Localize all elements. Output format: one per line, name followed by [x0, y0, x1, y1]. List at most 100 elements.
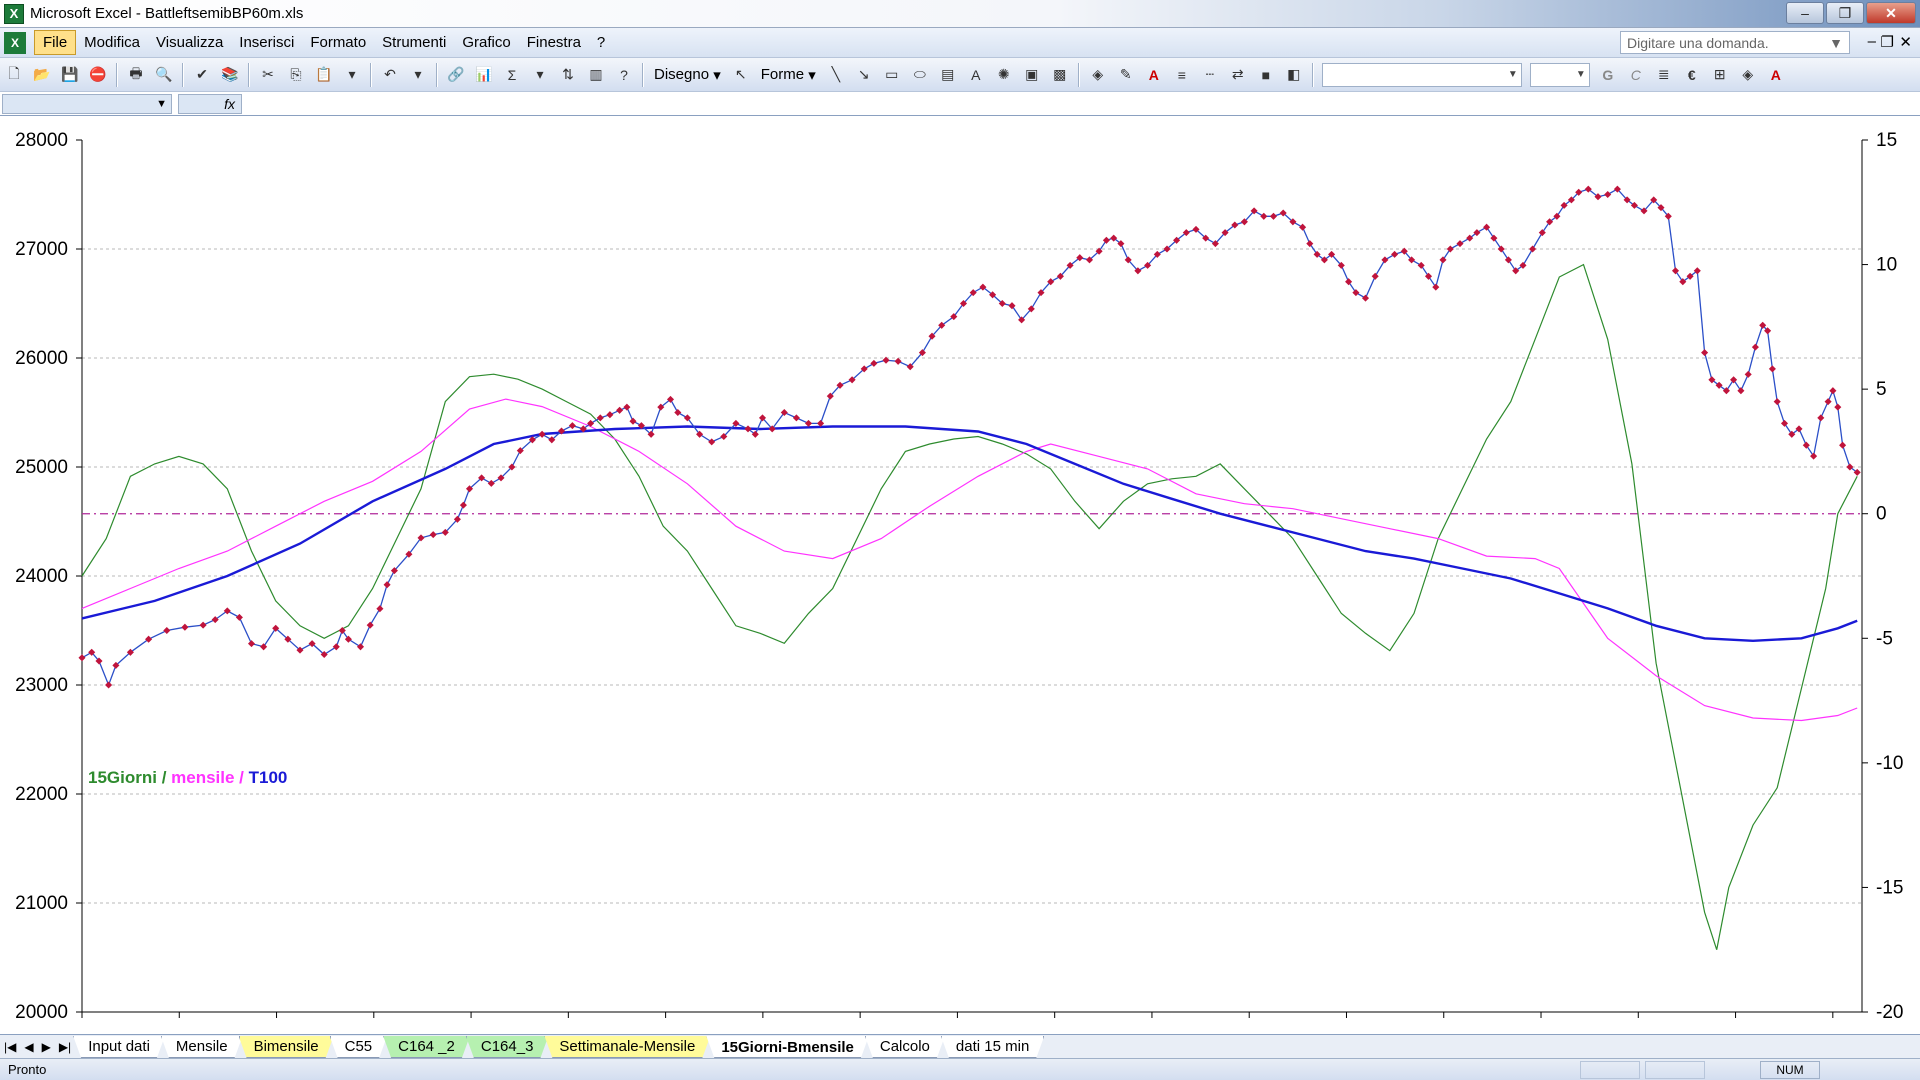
- 3d-icon[interactable]: ◧: [1283, 64, 1305, 86]
- sheet-tab[interactable]: Bimensile: [239, 1036, 334, 1058]
- clipart-icon[interactable]: ▣: [1021, 64, 1043, 86]
- first-sheet-icon[interactable]: |◀: [4, 1040, 16, 1054]
- legend-t100: T100: [249, 768, 288, 787]
- window-title: Microsoft Excel - BattleftsemibBP60m.xls: [30, 5, 304, 22]
- font-size-select[interactable]: ▼: [1529, 62, 1590, 87]
- dash-style-icon[interactable]: ┄: [1199, 64, 1221, 86]
- menu-finestra[interactable]: Finestra: [519, 31, 589, 54]
- doc-restore-icon[interactable]: ❐: [1881, 33, 1894, 51]
- menu-inserisci[interactable]: Inserisci: [231, 31, 302, 54]
- bold-button[interactable]: G: [1597, 64, 1619, 86]
- select-pointer-icon[interactable]: ↖: [730, 64, 752, 86]
- sheet-tab[interactable]: Mensile: [161, 1036, 243, 1058]
- left-tick-label: 23000: [15, 675, 68, 696]
- hyperlink-icon[interactable]: 🔗: [445, 64, 467, 86]
- shadow-icon[interactable]: ■: [1255, 64, 1277, 86]
- oval-icon[interactable]: ⬭: [909, 64, 931, 86]
- help-icon[interactable]: ?: [613, 64, 635, 86]
- insert-function-button[interactable]: fx: [178, 94, 242, 114]
- minimize-icon[interactable]: –: [1786, 2, 1824, 24]
- sheet-tab[interactable]: Input dati: [73, 1036, 165, 1058]
- print-icon[interactable]: 🖶: [125, 64, 147, 86]
- menu-modifica[interactable]: Modifica: [76, 31, 148, 54]
- menu-formato[interactable]: Formato: [302, 31, 374, 54]
- copy-icon[interactable]: ⎘: [285, 64, 307, 86]
- sheet-tab[interactable]: Settimanale-Mensile: [544, 1036, 710, 1058]
- prev-sheet-icon[interactable]: ◀: [24, 1040, 33, 1054]
- price-point: [247, 640, 256, 648]
- sheet-tab[interactable]: C164 _2: [383, 1036, 470, 1058]
- chart-wizard-icon[interactable]: 📊: [473, 64, 495, 86]
- standard-toolbar: 🗋 📂 💾 ⛔ 🖶 🔍 ✔ 📚 ✂ ⎘ 📋 ▾ ↶ ▾ 🔗 📊 Σ ▾ ⇅ ▥ …: [0, 58, 1920, 92]
- sheet-tab[interactable]: 15Giorni-Bmensile: [706, 1036, 869, 1058]
- sheet-tab[interactable]: C164_3: [466, 1036, 549, 1058]
- next-sheet-icon[interactable]: ▶: [42, 1040, 51, 1054]
- last-sheet-icon[interactable]: ▶|: [59, 1040, 71, 1054]
- chart-icon[interactable]: ▥: [585, 64, 607, 86]
- wordart-icon[interactable]: A: [965, 64, 987, 86]
- restore-icon[interactable]: ❐: [1826, 2, 1864, 24]
- font-color-2-icon[interactable]: A: [1765, 64, 1787, 86]
- fill-color-icon[interactable]: ◈: [1087, 64, 1109, 86]
- autosum-icon[interactable]: Σ: [501, 64, 523, 86]
- line-style-icon[interactable]: ≡: [1171, 64, 1193, 86]
- price-point: [199, 621, 207, 629]
- chart-svg[interactable]: 28000 27000 26000 25000 24000 23000 22000 21000…: [0, 116, 1920, 1034]
- arrow-style-icon[interactable]: ⇄: [1227, 64, 1249, 86]
- doc-close-icon[interactable]: ✕: [1899, 33, 1912, 51]
- help-search-input[interactable]: Digitare una domanda. ▼: [1620, 31, 1850, 54]
- name-box[interactable]: ▼: [2, 94, 172, 114]
- textbox-icon[interactable]: ▤: [937, 64, 959, 86]
- italic-button[interactable]: C: [1625, 64, 1647, 86]
- price-point: [1432, 283, 1440, 291]
- new-document-icon[interactable]: 🗋: [3, 64, 25, 86]
- paste-icon[interactable]: 📋: [313, 64, 335, 86]
- borders-icon[interactable]: ⊞: [1709, 64, 1731, 86]
- num-lock-indicator: NUM: [1760, 1061, 1820, 1079]
- picture-icon[interactable]: ▩: [1049, 64, 1071, 86]
- menu-file[interactable]: File: [34, 30, 77, 55]
- permission-icon[interactable]: ⛔: [87, 64, 109, 86]
- workbook-icon[interactable]: X: [4, 31, 26, 54]
- sheet-tab[interactable]: C55: [330, 1036, 388, 1058]
- menu-visualizza[interactable]: Visualizza: [148, 31, 231, 54]
- right-tick-label: 10: [1876, 255, 1897, 276]
- font-color-icon[interactable]: A: [1143, 64, 1165, 86]
- print-preview-icon[interactable]: 🔍: [153, 64, 175, 86]
- spellcheck-icon[interactable]: ✔: [191, 64, 213, 86]
- sheet-tab[interactable]: dati 15 min: [941, 1036, 1044, 1058]
- menu-strumenti[interactable]: Strumenti: [374, 31, 454, 54]
- close-icon[interactable]: ✕: [1866, 2, 1916, 24]
- chevron-down-icon[interactable]: ▼: [156, 98, 167, 110]
- menu-help[interactable]: ?: [589, 31, 613, 54]
- excel-icon[interactable]: X: [4, 3, 24, 24]
- price-point: [629, 417, 637, 425]
- sort-icon[interactable]: ⇅: [557, 64, 579, 86]
- line-color-icon[interactable]: ✎: [1115, 64, 1137, 86]
- arrow-icon[interactable]: ↘: [853, 64, 875, 86]
- cut-icon[interactable]: ✂: [257, 64, 279, 86]
- open-folder-icon[interactable]: 📂: [31, 64, 53, 86]
- shapes-menu-button[interactable]: Forme ▾: [755, 66, 822, 84]
- highlight-icon[interactable]: ◈: [1737, 64, 1759, 86]
- save-icon[interactable]: 💾: [59, 64, 81, 86]
- doc-minimize-icon[interactable]: –: [1868, 33, 1876, 50]
- chevron-down-icon[interactable]: ▼: [1829, 35, 1843, 51]
- font-name-select[interactable]: ▼: [1321, 62, 1522, 87]
- price-point: [1008, 302, 1016, 310]
- menu-grafico[interactable]: Grafico: [454, 31, 518, 54]
- line-icon[interactable]: ╲: [825, 64, 847, 86]
- format-painter-icon[interactable]: ▾: [341, 64, 363, 86]
- rectangle-icon[interactable]: ▭: [881, 64, 903, 86]
- draw-menu-button[interactable]: Disegno ▾: [648, 66, 727, 84]
- chart-area[interactable]: 28000 27000 26000 25000 24000 23000 22000 21000…: [0, 116, 1920, 1034]
- autosum-dropdown-icon[interactable]: ▾: [529, 64, 551, 86]
- align-center-icon[interactable]: ≣: [1653, 64, 1675, 86]
- diagram-icon[interactable]: ✺: [993, 64, 1015, 86]
- euro-button[interactable]: €: [1681, 64, 1703, 86]
- redo-icon[interactable]: ▾: [407, 64, 429, 86]
- research-icon[interactable]: 📚: [219, 64, 241, 86]
- undo-icon[interactable]: ↶: [379, 64, 401, 86]
- sheet-tabs: Input dati Mensile Bimensile C55 C164 _2 C164…: [77, 1036, 1044, 1058]
- sheet-tab[interactable]: Calcolo: [865, 1036, 945, 1058]
